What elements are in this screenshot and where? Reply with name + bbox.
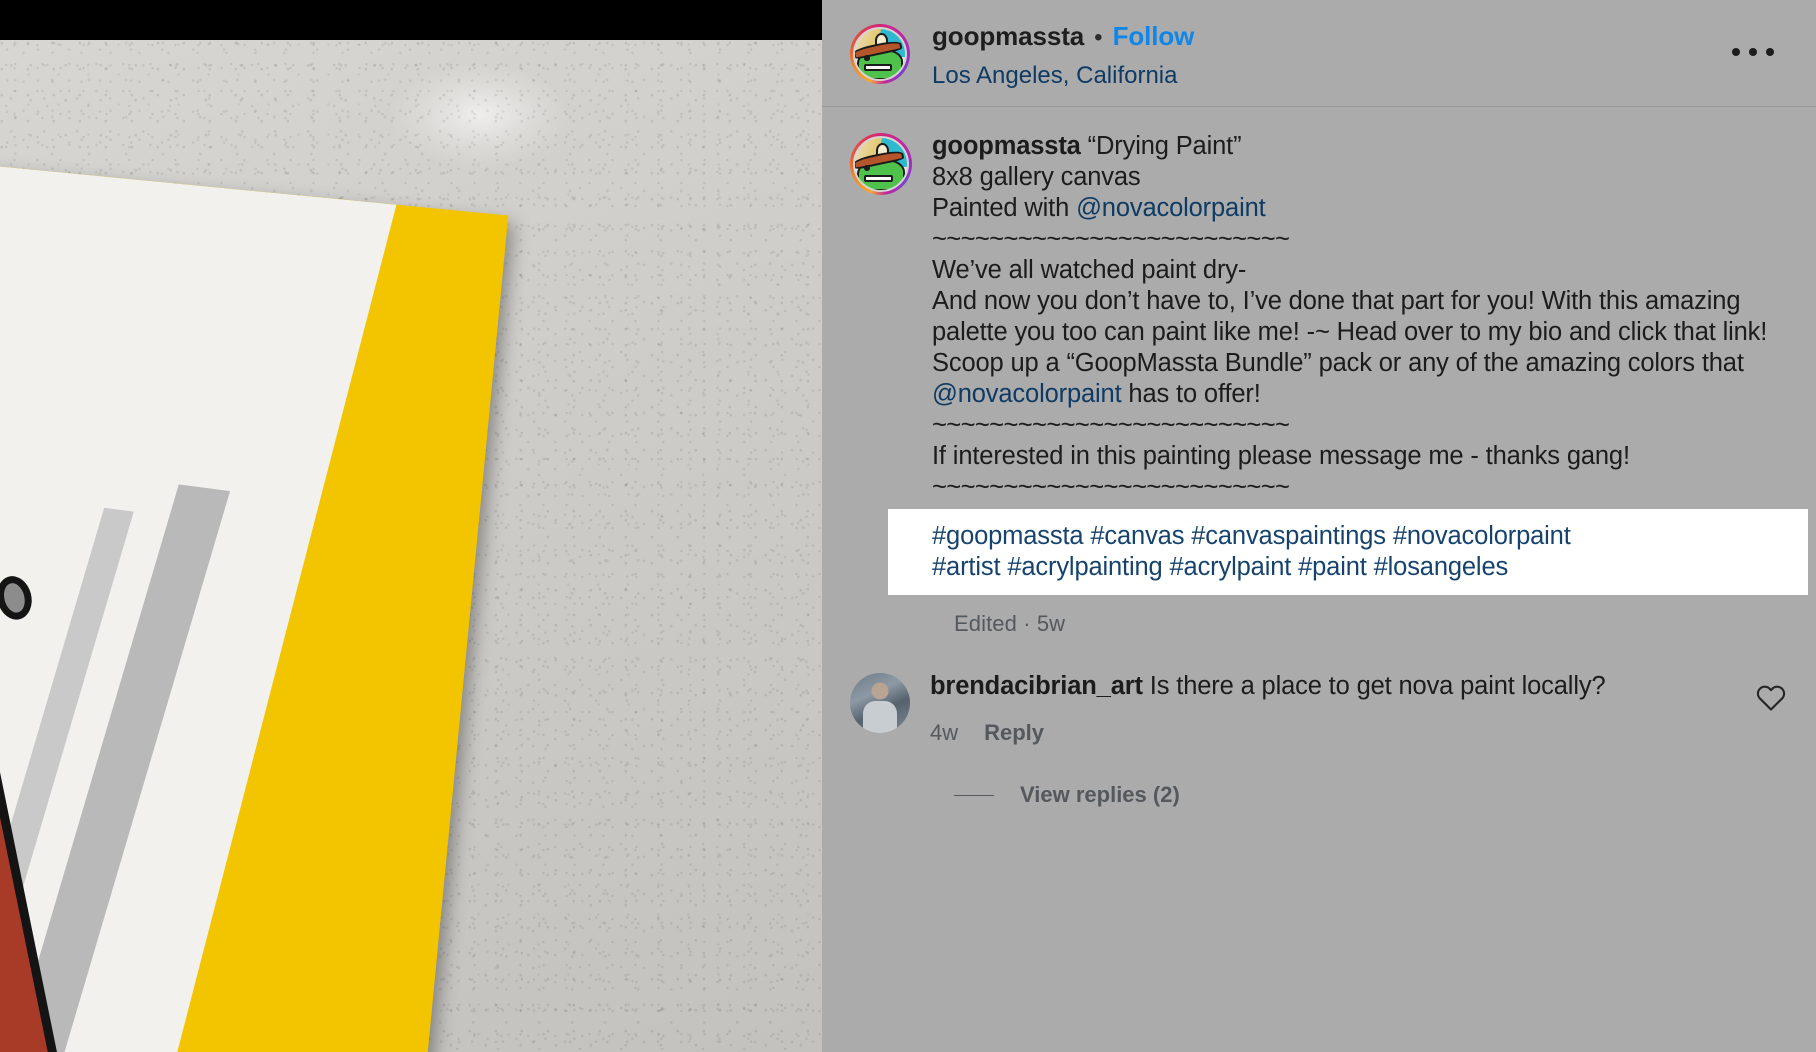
- profile-avatar[interactable]: [850, 24, 910, 84]
- caption-avatar-ring: [850, 133, 912, 196]
- mention-novacolorpaint[interactable]: @novacolorpaint: [1076, 194, 1266, 222]
- post-feed-body: goopmassta “Drying Paint” 8x8 gallery ca…: [822, 107, 1816, 1052]
- more-dot: [1766, 48, 1774, 56]
- follow-button[interactable]: Follow: [1113, 23, 1195, 49]
- caption-line-painted-prefix: Painted with: [932, 194, 1077, 223]
- caption-line-title: “Drying Paint”: [1087, 132, 1242, 161]
- hashtag-highlight-box: #goopmassta #canvas #canvaspaintings #no…: [888, 509, 1808, 596]
- view-replies-label: View replies (2): [1020, 782, 1180, 808]
- post-info-pane: goopmassta • Follow Los Angeles, Califor…: [822, 0, 1816, 1052]
- comment-row: brendacibrian_art Is there a place to ge…: [850, 671, 1790, 746]
- comment-main: brendacibrian_art Is there a place to ge…: [930, 671, 1740, 746]
- more-dot: [1732, 48, 1740, 56]
- avatar-eye: [864, 55, 870, 61]
- avatar-teeth: [864, 64, 892, 71]
- hashtag-line-1[interactable]: #goopmassta #canvas #canvaspaintings #no…: [932, 521, 1808, 552]
- header-text-group: goopmassta • Follow Los Angeles, Califor…: [932, 22, 1194, 89]
- more-dot: [1749, 48, 1757, 56]
- comment-timestamp: 4w: [930, 720, 959, 746]
- avatar-image: [853, 27, 907, 81]
- caption-avatar[interactable]: [850, 133, 912, 196]
- caption-title: [1081, 132, 1088, 160]
- comment-text: brendacibrian_art Is there a place to ge…: [930, 671, 1740, 702]
- caption-squiggle-2: ~~~~~~~~~~~~~~~~~~~~~~~~~: [932, 411, 1290, 440]
- mention-novacolorpaint-2[interactable]: @novacolorpaint: [932, 380, 1122, 408]
- caption-block: goopmassta “Drying Paint” 8x8 gallery ca…: [850, 131, 1808, 596]
- post-photo[interactable]: [0, 40, 822, 1052]
- comment-avatar[interactable]: [850, 673, 910, 734]
- caption-meta: Edited · 5w: [954, 611, 1066, 637]
- hashtag-line-2[interactable]: #artist #acrylpainting #acrylpaint #pain…: [932, 552, 1808, 583]
- caption-squiggle-1: ~~~~~~~~~~~~~~~~~~~~~~~~~: [932, 225, 1290, 254]
- post-header: goopmassta • Follow Los Angeles, Califor…: [822, 0, 1816, 108]
- caption-line-scoop-suffix: has to offer!: [1121, 380, 1261, 409]
- post-media-pane[interactable]: [0, 0, 822, 1052]
- painting-artwork: [0, 144, 509, 1052]
- view-replies-button[interactable]: View replies (2): [954, 782, 1790, 808]
- view-replies-rule: [954, 794, 994, 797]
- comment-username[interactable]: brendacibrian_art: [930, 672, 1143, 700]
- header-username[interactable]: goopmassta: [932, 23, 1084, 49]
- header-username-row: goopmassta • Follow: [932, 23, 1194, 50]
- header-separator: •: [1094, 24, 1103, 51]
- heart-icon[interactable]: [1756, 683, 1786, 713]
- caption-username[interactable]: goopmassta: [932, 132, 1081, 160]
- comment-body: Is there a place to get nova paint local…: [1142, 672, 1606, 701]
- caption-text: goopmassta “Drying Paint” 8x8 gallery ca…: [888, 131, 1808, 596]
- caption-line-canvas: 8x8 gallery canvas: [932, 163, 1141, 192]
- caption-avatar-image: [853, 136, 909, 193]
- caption-line-body: And now you don’t have to, I’ve done tha…: [932, 287, 1768, 347]
- more-options-icon[interactable]: [1724, 40, 1782, 64]
- instagram-post-screen: goopmassta • Follow Los Angeles, Califor…: [0, 0, 1816, 1052]
- avatar-teeth: [864, 174, 894, 182]
- caption-line-scoop-prefix: Scoop up a “GoopMassta Bundle” pack or a…: [932, 349, 1744, 378]
- comment-reply-button[interactable]: Reply: [984, 720, 1044, 746]
- caption-squiggle-3: ~~~~~~~~~~~~~~~~~~~~~~~~~: [932, 473, 1290, 502]
- comment-actions: 4w Reply: [930, 720, 1740, 746]
- caption-line-interested: If interested in this painting please me…: [932, 442, 1630, 471]
- caption-line-watched: We’ve all watched paint dry-: [932, 256, 1247, 285]
- post-location[interactable]: Los Angeles, California: [932, 62, 1194, 89]
- media-letterbox: [0, 0, 822, 40]
